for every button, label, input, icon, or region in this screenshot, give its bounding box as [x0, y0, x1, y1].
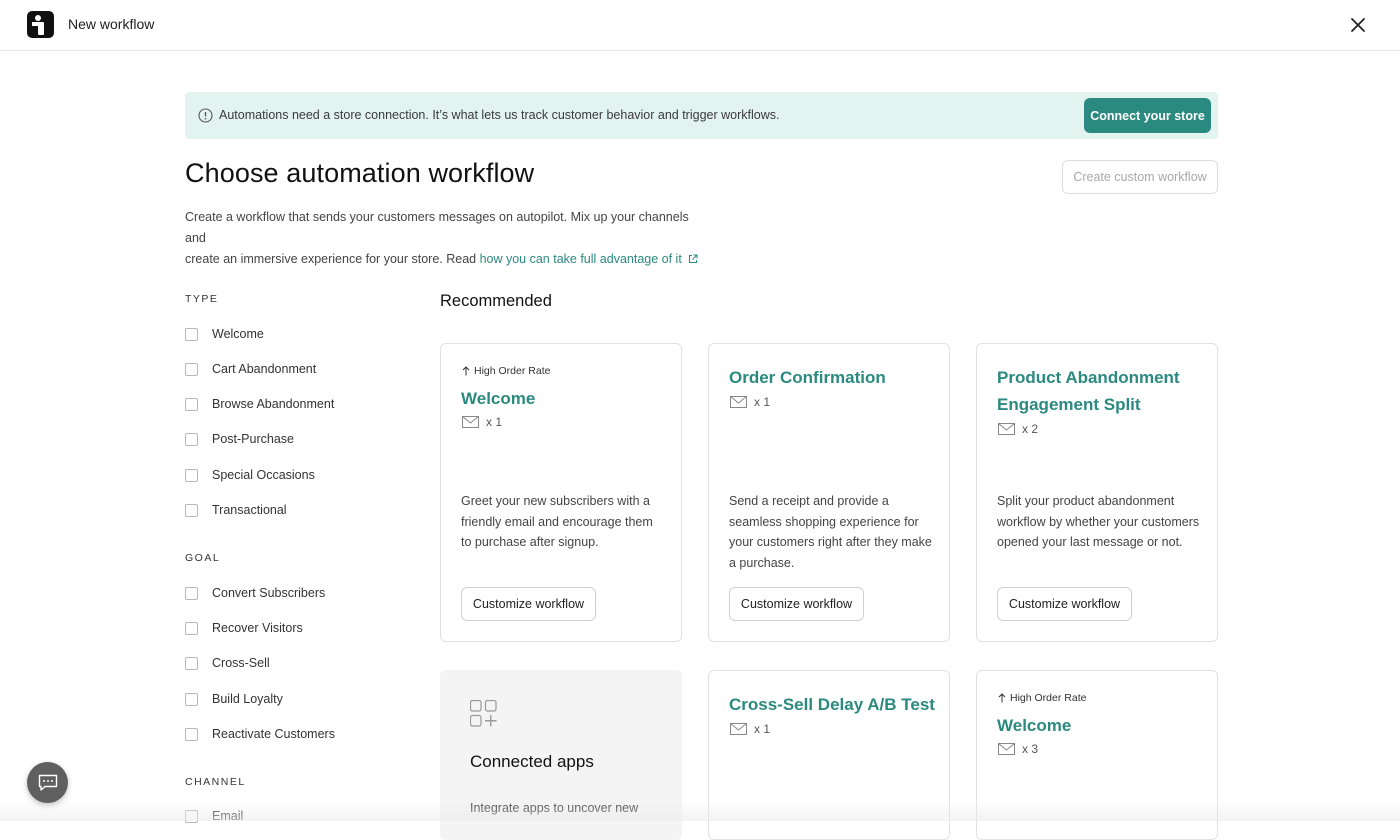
page-title: Choose automation workflow	[185, 158, 535, 188]
email-count: x 1	[730, 722, 770, 736]
arrow-up-icon	[998, 693, 1006, 703]
workflow-card-order-confirmation[interactable]: Order Confirmation x 1 Send a receipt an…	[708, 343, 950, 642]
mail-icon	[730, 396, 747, 408]
connect-store-button[interactable]: Connect your store	[1084, 98, 1211, 133]
filter-label: Build Loyalty	[212, 692, 283, 706]
store-connection-banner: Automations need a store connection. It’…	[185, 92, 1218, 139]
arrow-up-icon	[462, 366, 470, 376]
chat-icon	[38, 774, 57, 791]
checkbox[interactable]	[185, 327, 198, 341]
filter-label: Transactional	[212, 503, 287, 517]
filter-heading-type: TYPE	[185, 293, 219, 305]
count-label: x 1	[486, 415, 503, 429]
workflow-card-welcome-3[interactable]: High Order Rate Welcome x 3	[976, 670, 1218, 840]
description-line-1: Create a workflow that sends your custom…	[185, 210, 689, 245]
filter-special-occasions[interactable]: Special Occasions	[185, 466, 315, 484]
apps-card-description: Integrate apps to uncover new	[470, 801, 639, 815]
create-custom-workflow-button[interactable]: Create custom workflow	[1062, 160, 1218, 194]
chat-button[interactable]	[27, 762, 68, 803]
filter-transactional[interactable]: Transactional	[185, 501, 287, 519]
card-description: Greet your new subscribers with a friend…	[461, 494, 653, 549]
email-count: x 2	[998, 422, 1038, 436]
close-icon	[1351, 18, 1365, 32]
guide-link[interactable]: how you can take full advantage of it	[480, 252, 682, 266]
filter-cart-abandonment[interactable]: Cart Abandonment	[185, 360, 316, 378]
customize-workflow-button[interactable]: Customize workflow	[461, 587, 596, 621]
info-icon	[198, 108, 213, 123]
checkbox[interactable]	[185, 727, 198, 741]
filter-convert-subscribers[interactable]: Convert Subscribers	[185, 584, 325, 602]
checkbox[interactable]	[185, 692, 198, 706]
filter-label: Special Occasions	[212, 468, 315, 482]
recommended-heading: Recommended	[440, 292, 552, 310]
badge-label: High Order Rate	[1010, 692, 1087, 704]
mail-icon	[998, 423, 1015, 435]
card-title[interactable]: Welcome	[997, 712, 1207, 739]
filter-cross-sell[interactable]: Cross-Sell	[185, 654, 270, 672]
checkbox[interactable]	[185, 397, 198, 411]
filter-label: Welcome	[212, 327, 264, 341]
checkbox[interactable]	[185, 468, 198, 482]
filter-heading-channel: CHANNEL	[185, 776, 246, 788]
card-title[interactable]: Cross-Sell Delay A/B Test	[729, 691, 939, 718]
filter-label: Reactivate Customers	[212, 727, 335, 741]
connected-apps-card[interactable]: Connected apps Integrate apps to uncover…	[440, 670, 682, 840]
card-title[interactable]: Welcome	[461, 385, 671, 412]
high-order-rate-badge: High Order Rate	[462, 365, 550, 377]
mail-icon	[730, 723, 747, 735]
workflow-card-product-abandonment-split[interactable]: Product Abandonment Engagement Split x 2…	[976, 343, 1218, 642]
checkbox[interactable]	[185, 432, 198, 446]
filter-email[interactable]: Email	[185, 807, 243, 825]
apps-card-title: Connected apps	[470, 752, 594, 771]
email-count: x 1	[462, 415, 502, 429]
checkbox[interactable]	[185, 362, 198, 376]
count-label: x 1	[754, 722, 771, 736]
description-line-2: create an immersive experience for your …	[185, 252, 480, 266]
card-description: Send a receipt and provide a seamless sh…	[729, 494, 932, 570]
checkbox[interactable]	[185, 586, 198, 600]
customize-workflow-button[interactable]: Customize workflow	[729, 587, 864, 621]
filter-post-purchase[interactable]: Post-Purchase	[185, 430, 294, 448]
checkbox[interactable]	[185, 656, 198, 670]
count-label: x 2	[1022, 422, 1039, 436]
filter-label: Convert Subscribers	[212, 586, 326, 600]
page-description: Create a workflow that sends your custom…	[185, 207, 705, 270]
filter-recover-visitors[interactable]: Recover Visitors	[185, 619, 303, 637]
filter-welcome[interactable]: Welcome	[185, 325, 264, 343]
banner-message: Automations need a store connection. It’…	[219, 108, 780, 122]
filter-label: Recover Visitors	[212, 621, 303, 635]
top-bar: New workflow	[0, 0, 1400, 51]
count-label: x 3	[1022, 742, 1039, 756]
badge-label: High Order Rate	[474, 365, 551, 377]
high-order-rate-badge: High Order Rate	[998, 692, 1086, 704]
external-link-icon	[688, 254, 698, 263]
filter-label: Browse Abandonment	[212, 397, 335, 411]
window-title: New workflow	[68, 16, 155, 32]
filter-heading-goal: GOAL	[185, 552, 221, 564]
card-title[interactable]: Order Confirmation	[729, 364, 939, 391]
customize-workflow-button[interactable]: Customize workflow	[997, 587, 1132, 621]
filter-label: Cart Abandonment	[212, 362, 317, 376]
email-count: x 3	[998, 742, 1038, 756]
filter-label: Post-Purchase	[212, 432, 294, 446]
mail-icon	[998, 743, 1015, 755]
filter-build-loyalty[interactable]: Build Loyalty	[185, 690, 283, 708]
count-label: x 1	[754, 395, 771, 409]
workflow-card-cross-sell-ab-test[interactable]: Cross-Sell Delay A/B Test x 1	[708, 670, 950, 840]
close-button[interactable]	[1345, 12, 1371, 38]
checkbox[interactable]	[185, 503, 198, 517]
checkbox[interactable]	[185, 621, 198, 635]
filter-reactivate-customers[interactable]: Reactivate Customers	[185, 725, 335, 743]
apps-grid-icon	[470, 700, 497, 727]
brand-logo-icon	[27, 11, 54, 38]
filter-label: Cross-Sell	[212, 656, 270, 670]
email-count: x 1	[730, 395, 770, 409]
filter-browse-abandonment[interactable]: Browse Abandonment	[185, 395, 334, 413]
workflow-card-welcome[interactable]: High Order Rate Welcome x 1 Greet your n…	[440, 343, 682, 642]
card-title[interactable]: Product Abandonment Engagement Split	[997, 364, 1207, 418]
mail-icon	[462, 416, 479, 428]
card-description: Split your product abandonment workflow …	[997, 494, 1200, 549]
